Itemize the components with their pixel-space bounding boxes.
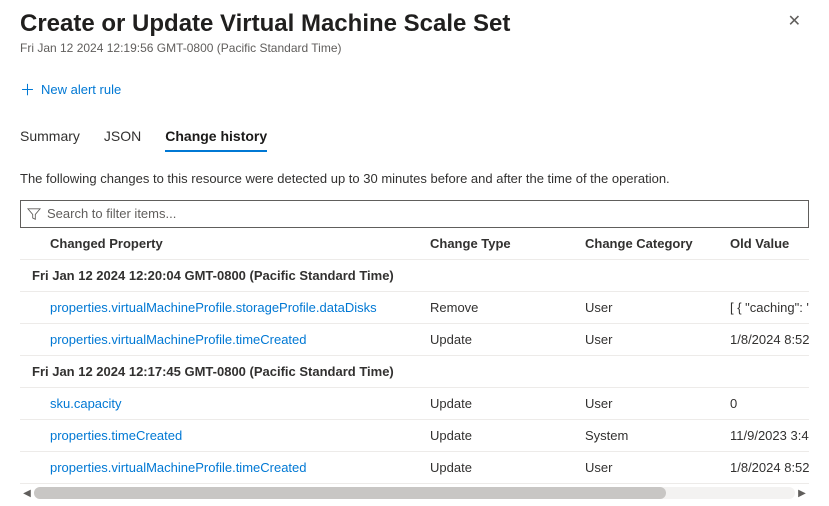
col-header-category[interactable]: Change Category (585, 236, 730, 251)
tab-summary[interactable]: Summary (20, 128, 80, 152)
group-header-label: Fri Jan 12 2024 12:17:45 GMT-0800 (Pacif… (32, 364, 394, 379)
tab-json[interactable]: JSON (104, 128, 141, 152)
table-header: Changed Property Change Type Change Cate… (20, 228, 809, 260)
col-header-type[interactable]: Change Type (430, 236, 585, 251)
change-type-cell: Remove (430, 300, 585, 315)
scroll-right-icon[interactable]: ▶ (795, 488, 809, 499)
page-timestamp: Fri Jan 12 2024 12:19:56 GMT-0800 (Pacif… (20, 41, 510, 55)
change-category-cell: User (585, 460, 730, 475)
new-alert-rule-button[interactable]: ＋ New alert rule (20, 79, 121, 100)
old-value-cell: 11/9/2023 3:44:42 PM (730, 428, 809, 443)
tab-change-history[interactable]: Change history (165, 128, 267, 152)
table-row[interactable]: properties.virtualMachineProfile.timeCre… (20, 452, 809, 484)
changed-property-link[interactable]: properties.timeCreated (50, 428, 182, 443)
table-row[interactable]: properties.virtualMachineProfile.storage… (20, 292, 809, 324)
search-input[interactable] (41, 206, 802, 221)
change-category-cell: User (585, 300, 730, 315)
old-value-cell: 1/8/2024 8:52:58 PM (730, 332, 809, 347)
table-row[interactable]: sku.capacity Update User 0 (20, 388, 809, 420)
col-header-old-value[interactable]: Old Value (730, 236, 809, 251)
changed-property-link[interactable]: properties.virtualMachineProfile.storage… (50, 300, 377, 315)
scroll-track[interactable] (34, 487, 795, 499)
change-type-cell: Update (430, 396, 585, 411)
table-row[interactable]: properties.virtualMachineProfile.timeCre… (20, 324, 809, 356)
tab-bar: Summary JSON Change history (20, 128, 809, 153)
table-row[interactable]: properties.timeCreated Update System 11/… (20, 420, 809, 452)
filter-icon (27, 207, 41, 221)
changed-property-link[interactable]: sku.capacity (50, 396, 122, 411)
horizontal-scrollbar[interactable]: ◀ ▶ (20, 486, 809, 500)
change-type-cell: Update (430, 428, 585, 443)
page-title: Create or Update Virtual Machine Scale S… (20, 10, 510, 39)
search-filter[interactable] (20, 200, 809, 228)
scroll-thumb[interactable] (34, 487, 666, 499)
close-icon: ✕ (788, 13, 801, 30)
description-text: The following changes to this resource w… (20, 171, 809, 186)
change-category-cell: System (585, 428, 730, 443)
group-header[interactable]: Fri Jan 12 2024 12:17:45 GMT-0800 (Pacif… (20, 356, 809, 388)
scroll-left-icon[interactable]: ◀ (20, 488, 34, 499)
change-type-cell: Update (430, 460, 585, 475)
old-value-cell: 1/8/2024 8:52:58 PM (730, 460, 809, 475)
change-category-cell: User (585, 396, 730, 411)
col-header-property[interactable]: Changed Property (20, 236, 430, 251)
old-value-cell: [ { "caching": "None", (730, 300, 809, 315)
old-value-cell: 0 (730, 396, 809, 411)
close-button[interactable]: ✕ (780, 10, 809, 34)
change-category-cell: User (585, 332, 730, 347)
group-header-label: Fri Jan 12 2024 12:20:04 GMT-0800 (Pacif… (32, 268, 394, 283)
group-header[interactable]: Fri Jan 12 2024 12:20:04 GMT-0800 (Pacif… (20, 260, 809, 292)
change-table: Changed Property Change Type Change Cate… (20, 228, 809, 484)
plus-icon: ＋ (20, 79, 35, 100)
changed-property-link[interactable]: properties.virtualMachineProfile.timeCre… (50, 332, 307, 347)
changed-property-link[interactable]: properties.virtualMachineProfile.timeCre… (50, 460, 307, 475)
change-type-cell: Update (430, 332, 585, 347)
new-alert-rule-label: New alert rule (41, 82, 121, 97)
